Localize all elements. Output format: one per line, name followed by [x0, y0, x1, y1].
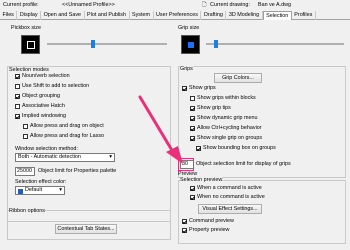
annotation-highlight-box: [178, 158, 194, 171]
annotation-arrow-icon: [138, 95, 183, 164]
